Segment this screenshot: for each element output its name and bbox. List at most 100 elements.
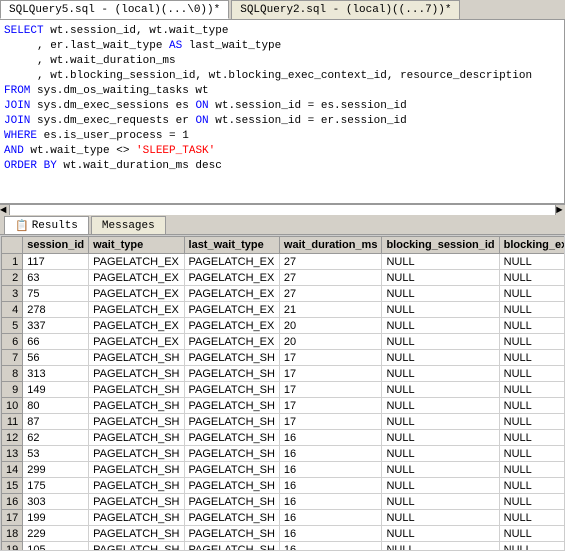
tab-sqlquery5-label: SQLQuery5.sql - (local)(...\0))*: [9, 4, 220, 16]
cell-4: 16: [279, 542, 382, 551]
col-header-blocking-session: blocking_session_id: [382, 237, 499, 254]
cell-4: 16: [279, 462, 382, 478]
cell-5: NULL: [382, 318, 499, 334]
col-header-wait-duration: wait_duration_ms: [279, 237, 382, 254]
code-line-3: , wt.wait_duration_ms: [4, 54, 560, 69]
code-editor[interactable]: SELECT wt.session_id, wt.wait_type , er.…: [0, 20, 565, 205]
cell-5: NULL: [382, 350, 499, 366]
cell-2: PAGELATCH_SH: [89, 462, 184, 478]
tab-results[interactable]: 📋 Results: [4, 216, 89, 234]
cell-2: PAGELATCH_SH: [89, 382, 184, 398]
cell-5: NULL: [382, 302, 499, 318]
cell-1: 117: [23, 254, 89, 270]
table-row: 15175PAGELATCH_SHPAGELATCH_SH16NULLNULL8…: [2, 478, 565, 494]
row-number: 5: [2, 318, 23, 334]
tab-sqlquery5[interactable]: SQLQuery5.sql - (local)(...\0))*: [0, 0, 229, 19]
scroll-left-btn[interactable]: ◄: [0, 205, 10, 215]
cell-4: 17: [279, 366, 382, 382]
cell-3: PAGELATCH_SH: [184, 542, 279, 551]
cell-2: PAGELATCH_SH: [89, 526, 184, 542]
cell-1: 75: [23, 286, 89, 302]
cell-3: PAGELATCH_SH: [184, 526, 279, 542]
cell-1: 149: [23, 382, 89, 398]
cell-2: PAGELATCH_EX: [89, 318, 184, 334]
table-row: 375PAGELATCH_EXPAGELATCH_EX27NULLNULL8:1…: [2, 286, 565, 302]
cell-1: 175: [23, 478, 89, 494]
table-row: 1187PAGELATCH_SHPAGELATCH_SH17NULLNULL8:…: [2, 414, 565, 430]
row-number: 18: [2, 526, 23, 542]
row-number: 11: [2, 414, 23, 430]
cell-6: NULL: [499, 398, 565, 414]
results-icon: 📋: [15, 219, 29, 233]
cell-5: NULL: [382, 446, 499, 462]
table-row: 17199PAGELATCH_SHPAGELATCH_SH16NULLNULL8…: [2, 510, 565, 526]
cell-3: PAGELATCH_SH: [184, 430, 279, 446]
cell-4: 16: [279, 510, 382, 526]
row-number: 10: [2, 398, 23, 414]
cell-4: 27: [279, 254, 382, 270]
tab-sqlquery2[interactable]: SQLQuery2.sql - (local)((...7))*: [231, 0, 460, 19]
table-row: 14299PAGELATCH_SHPAGELATCH_SH16NULLNULL8…: [2, 462, 565, 478]
cell-2: PAGELATCH_SH: [89, 414, 184, 430]
cell-5: NULL: [382, 526, 499, 542]
cell-1: 313: [23, 366, 89, 382]
cell-5: NULL: [382, 494, 499, 510]
cell-6: NULL: [499, 446, 565, 462]
cell-4: 16: [279, 526, 382, 542]
cell-3: PAGELATCH_EX: [184, 270, 279, 286]
cell-3: PAGELATCH_SH: [184, 462, 279, 478]
table-row: 1262PAGELATCH_SHPAGELATCH_SH16NULLNULL8:…: [2, 430, 565, 446]
cell-1: 87: [23, 414, 89, 430]
cell-1: 66: [23, 334, 89, 350]
cell-2: PAGELATCH_SH: [89, 494, 184, 510]
cell-2: PAGELATCH_EX: [89, 302, 184, 318]
row-number: 19: [2, 542, 23, 551]
cell-6: NULL: [499, 302, 565, 318]
table-row: 5337PAGELATCH_EXPAGELATCH_EX20NULLNULL8:…: [2, 318, 565, 334]
cell-4: 20: [279, 318, 382, 334]
cell-2: PAGELATCH_SH: [89, 510, 184, 526]
tab-messages-label: Messages: [102, 220, 155, 232]
cell-1: 62: [23, 430, 89, 446]
tab-messages[interactable]: Messages: [91, 216, 166, 234]
cell-6: NULL: [499, 350, 565, 366]
tab-bar: SQLQuery5.sql - (local)(...\0))* SQLQuer…: [0, 0, 565, 20]
code-line-9: AND wt.wait_type <> 'SLEEP_TASK': [4, 144, 560, 159]
col-header-rownum: [2, 237, 23, 254]
results-table-container[interactable]: session_id wait_type last_wait_type wait…: [0, 235, 565, 551]
table-body: 1117PAGELATCH_EXPAGELATCH_EX27NULLNULL8:…: [2, 254, 565, 551]
scroll-right-btn[interactable]: ►: [555, 205, 565, 215]
cell-6: NULL: [499, 270, 565, 286]
cell-1: 63: [23, 270, 89, 286]
table-row: 666PAGELATCH_EXPAGELATCH_EX20NULLNULL8:1…: [2, 334, 565, 350]
col-header-session-id: session_id: [23, 237, 89, 254]
row-number: 1: [2, 254, 23, 270]
cell-4: 16: [279, 430, 382, 446]
cell-6: NULL: [499, 478, 565, 494]
cell-5: NULL: [382, 542, 499, 551]
cell-2: PAGELATCH_EX: [89, 286, 184, 302]
code-line-10: ORDER BY wt.wait_duration_ms desc: [4, 159, 560, 174]
row-number: 14: [2, 462, 23, 478]
row-number: 2: [2, 270, 23, 286]
cell-6: NULL: [499, 526, 565, 542]
cell-2: PAGELATCH_SH: [89, 366, 184, 382]
code-line-8: WHERE es.is_user_process = 1: [4, 129, 560, 144]
table-row: 4278PAGELATCH_EXPAGELATCH_EX21NULLNULL8:…: [2, 302, 565, 318]
row-number: 12: [2, 430, 23, 446]
code-line-7: JOIN sys.dm_exec_requests er ON wt.sessi…: [4, 114, 560, 129]
cell-1: 56: [23, 350, 89, 366]
table-row: 16303PAGELATCH_SHPAGELATCH_SH16NULLNULL8…: [2, 494, 565, 510]
cell-3: PAGELATCH_EX: [184, 302, 279, 318]
cell-6: NULL: [499, 382, 565, 398]
cell-1: 278: [23, 302, 89, 318]
col-header-wait-type: wait_type: [89, 237, 184, 254]
cell-6: NULL: [499, 366, 565, 382]
code-line-2: , er.last_wait_type AS last_wait_type: [4, 39, 560, 54]
cell-3: PAGELATCH_EX: [184, 318, 279, 334]
row-number: 7: [2, 350, 23, 366]
cell-5: NULL: [382, 510, 499, 526]
cell-5: NULL: [382, 334, 499, 350]
cell-6: NULL: [499, 254, 565, 270]
col-header-blocking-exec: blocking_exec_context_id: [499, 237, 565, 254]
